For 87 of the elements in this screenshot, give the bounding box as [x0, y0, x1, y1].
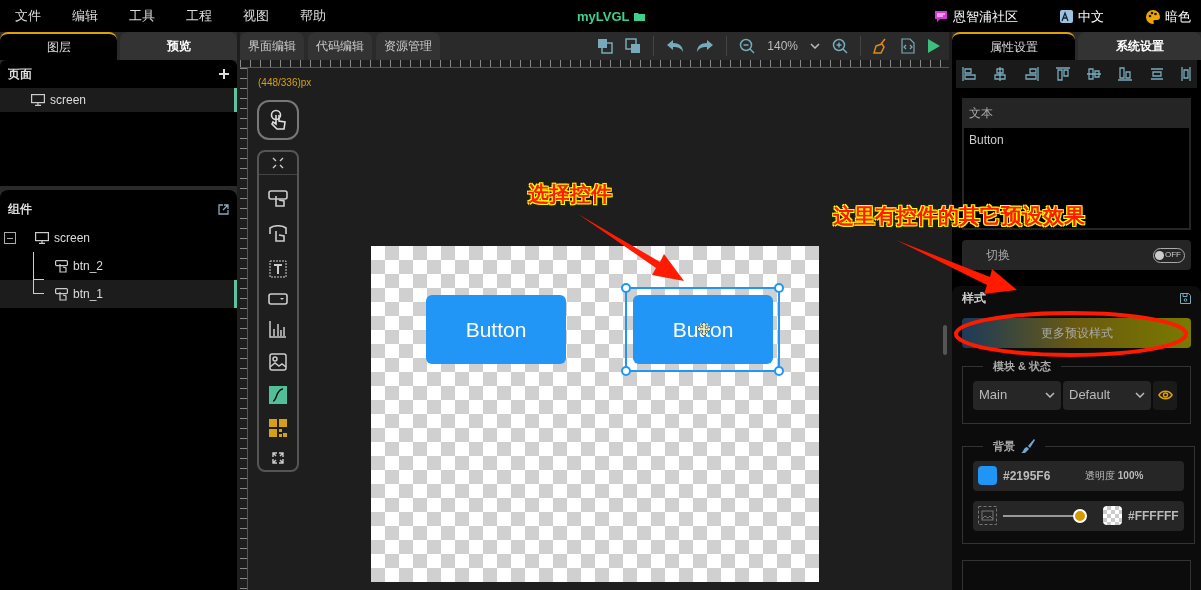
monitor-icon [35, 232, 49, 244]
app-title: myLVGL [577, 8, 630, 26]
qr-code-icon[interactable] [269, 419, 287, 437]
image-placeholder-icon[interactable] [978, 506, 997, 525]
page-item[interactable]: screen [0, 88, 237, 112]
send-back-icon[interactable] [625, 38, 642, 54]
editor-tab[interactable]: 代码编辑 [308, 32, 372, 60]
code-file-icon[interactable] [901, 38, 915, 54]
panel-tab[interactable]: 预览 [120, 32, 237, 60]
field-label: 文本 [968, 105, 994, 122]
zoom-level[interactable]: 140% [767, 37, 798, 55]
add-icon[interactable] [219, 69, 229, 79]
part-dropdown[interactable]: Main [973, 380, 1061, 410]
translate-icon [1060, 10, 1073, 24]
annotation-text: 这里有控件的其它预设效果 [833, 203, 1085, 229]
color-hex[interactable]: #FFFFFF [1128, 506, 1179, 525]
pointer-tool-button[interactable] [257, 100, 299, 140]
palette-icon [1146, 9, 1160, 24]
play-icon[interactable] [927, 38, 941, 54]
bring-front-icon[interactable] [597, 38, 614, 54]
align-right-icon[interactable] [1024, 67, 1039, 81]
align-left-icon[interactable] [962, 67, 976, 81]
eye-icon[interactable] [1157, 390, 1173, 400]
panel-tab[interactable]: 图层 [0, 32, 117, 60]
distribute-horizontal-icon[interactable] [1180, 67, 1191, 81]
collapse-icon[interactable] [272, 157, 284, 169]
color-hex[interactable]: #2195F6 [1003, 466, 1079, 485]
align-top-icon[interactable] [1055, 67, 1070, 81]
top-link[interactable]: 中文 [1078, 7, 1104, 27]
panel-title: 组件 [8, 201, 32, 218]
menu-item[interactable]: 帮助 [300, 6, 326, 26]
button-widget-icon[interactable] [268, 190, 288, 210]
section-title: 样式 [962, 290, 986, 307]
coordinate-label: (448/336)px [258, 76, 312, 90]
chat-icon [934, 10, 948, 24]
align-bottom-icon[interactable] [1118, 67, 1133, 81]
panel-title: 页面 [8, 66, 32, 83]
menu-item[interactable]: 工程 [186, 6, 212, 26]
color-swatch[interactable] [978, 466, 997, 485]
transparent-swatch[interactable] [1103, 506, 1122, 525]
label-widget-icon[interactable] [269, 260, 287, 278]
bar-chart-icon[interactable] [269, 320, 287, 338]
redo-icon[interactable] [696, 39, 715, 53]
chevron-down-icon[interactable] [810, 43, 820, 49]
toggle-label: 切换 [986, 247, 1010, 264]
monitor-icon [31, 94, 45, 106]
top-link[interactable]: 恩智浦社区 [953, 7, 1018, 27]
menu-item[interactable]: 编辑 [72, 6, 98, 26]
menu-item[interactable]: 视图 [243, 6, 269, 26]
chevron-down-icon [1045, 392, 1055, 398]
editor-tab[interactable]: 资源管理 [376, 32, 440, 60]
opacity-value[interactable]: 透明度 100% [1085, 468, 1144, 483]
tree-item[interactable]: screen [0, 224, 237, 252]
dropdown-widget-icon[interactable] [268, 293, 288, 305]
chevron-down-icon [1135, 392, 1145, 398]
curve-widget-icon[interactable] [269, 386, 287, 404]
undo-icon[interactable] [666, 39, 685, 53]
distribute-vertical-icon[interactable] [1149, 67, 1164, 81]
panel-tab[interactable]: 系统设置 [1078, 32, 1201, 60]
image-button-widget-icon[interactable] [268, 225, 288, 245]
align-middle-icon[interactable] [1087, 67, 1102, 81]
button-widget-icon [55, 287, 68, 301]
toggle-state-text: OFF [1165, 251, 1181, 259]
collapse-toggle[interactable] [4, 232, 16, 244]
align-center-icon[interactable] [993, 67, 1008, 81]
expand-icon[interactable] [272, 452, 284, 464]
menu-item[interactable]: 工具 [129, 6, 155, 26]
folder-icon [633, 11, 646, 22]
top-link[interactable]: 暗色 [1165, 7, 1191, 27]
zoom-in-icon[interactable] [832, 38, 848, 54]
annotation-text: 选择控件 [528, 181, 612, 207]
slider-thumb[interactable] [1073, 508, 1087, 523]
scrollbar-handle[interactable] [943, 325, 947, 355]
fieldset-legend: 模块 & 状态 [983, 358, 1062, 375]
external-link-icon[interactable] [218, 203, 229, 215]
save-icon[interactable] [1180, 292, 1191, 304]
brush-icon[interactable] [1021, 439, 1035, 454]
panel-tab[interactable]: 属性设置 [952, 32, 1075, 60]
zoom-out-icon[interactable] [739, 38, 756, 54]
hand-pointer-icon [268, 109, 288, 131]
button-widget-icon [55, 259, 68, 273]
editor-tab[interactable]: 界面编辑 [240, 32, 304, 60]
menu-item[interactable]: 文件 [15, 6, 41, 26]
tree-item[interactable]: btn_1 [0, 280, 237, 308]
image-widget-icon[interactable] [269, 353, 287, 371]
state-dropdown[interactable]: Default [1063, 380, 1151, 410]
fieldset-legend: 背景 [993, 438, 1015, 455]
